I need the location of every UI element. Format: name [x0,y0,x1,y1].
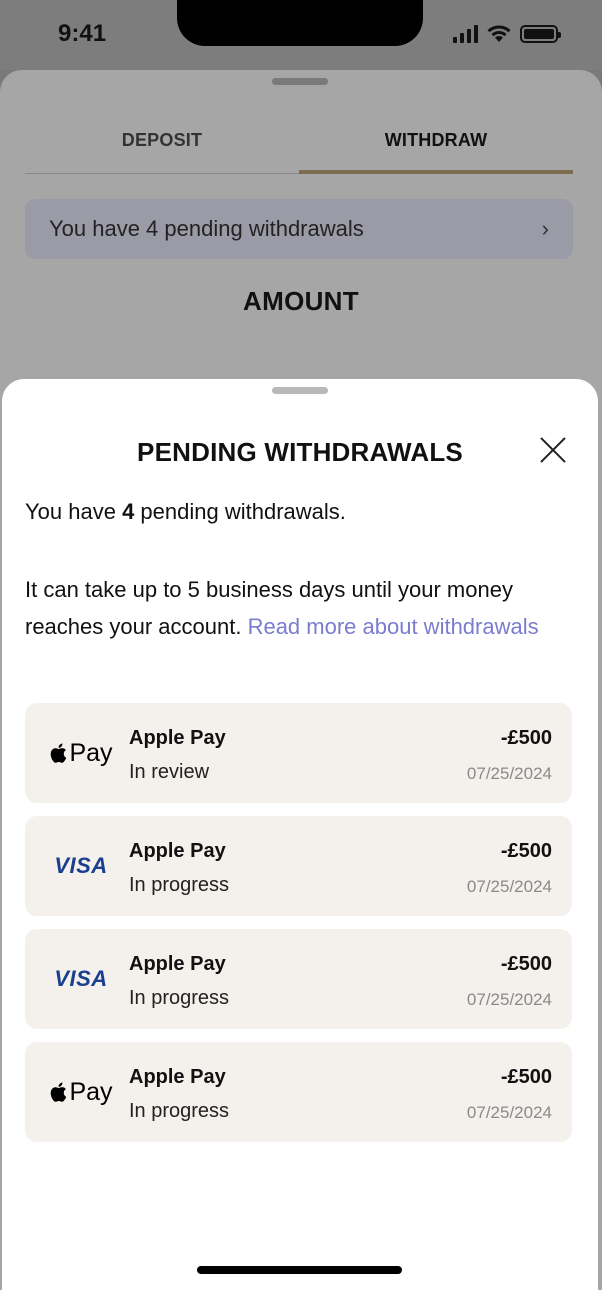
wifi-icon [487,25,511,42]
apple-pay-logo-text: Pay [69,1077,113,1106]
withdrawal-amount: -£500 [500,840,552,862]
signal-icon [453,25,478,43]
battery-icon [520,25,561,43]
status-time: 9:41 [58,20,107,47]
visa-logo: VISA [54,853,108,878]
pending-banner-text: You have 4 pending withdrawals [49,216,364,241]
close-icon[interactable] [538,435,568,465]
withdrawal-row[interactable]: Pay Apple Pay In review -£500 07/25/2024 [25,703,572,803]
withdrawal-row[interactable]: Pay Apple Pay In progress -£500 07/25/20… [25,1042,572,1142]
tab-deposit[interactable]: DEPOSIT [25,126,299,173]
pending-withdrawals-modal: PENDING WITHDRAWALS You have 4 pending w… [2,379,598,1290]
withdrawal-status: In review [129,761,210,783]
apple-pay-logo: Pay [41,737,121,769]
tab-withdraw[interactable]: WITHDRAW [299,126,573,174]
withdrawal-status: In progress [129,987,230,1009]
visa-logo: VISA [54,966,108,991]
withdrawal-amount: -£500 [500,1066,552,1088]
modal-grabber[interactable] [272,387,328,394]
withdrawal-method: Apple Pay [129,953,226,975]
withdrawal-date: 07/25/2024 [466,877,552,896]
processing-info: It can take up to 5 business days until … [25,571,565,645]
withdrawal-row[interactable]: VISA Apple Pay In progress -£500 07/25/2… [25,816,572,916]
withdrawal-date: 07/25/2024 [466,990,552,1009]
sheet-grabber[interactable] [272,78,328,85]
withdrawal-date: 07/25/2024 [466,764,552,783]
apple-icon [51,1082,67,1102]
withdrawal-status: In progress [129,1100,230,1122]
withdrawal-row[interactable]: VISA Apple Pay In progress -£500 07/25/2… [25,929,572,1029]
withdrawal-method: Apple Pay [129,1066,226,1088]
withdrawal-amount: -£500 [500,953,552,975]
withdrawal-amount: -£500 [500,727,552,749]
withdrawal-method: Apple Pay [129,840,226,862]
home-indicator[interactable] [197,1266,402,1274]
withdrawals-list: Pay Apple Pay In review -£500 07/25/2024… [25,703,572,1155]
summary-suffix: pending withdrawals. [134,499,346,524]
amount-title: AMOUNT [243,286,359,316]
pending-withdrawals-banner[interactable]: You have 4 pending withdrawals › [25,199,573,259]
status-bar: 9:41 [0,0,602,70]
withdrawal-method: Apple Pay [129,727,226,749]
read-more-link[interactable]: Read more about withdrawals [248,614,539,639]
deposit-withdraw-tabs: DEPOSIT WITHDRAW [25,126,573,174]
apple-pay-logo: Pay [41,1076,121,1108]
withdrawal-status: In progress [129,874,230,896]
apple-pay-logo-text: Pay [69,738,113,767]
status-icons [453,24,561,44]
pending-summary: You have 4 pending withdrawals. [25,499,346,525]
summary-prefix: You have [25,499,123,524]
modal-title: PENDING WITHDRAWALS [137,437,463,467]
summary-count: 4 [122,499,135,524]
withdrawal-date: 07/25/2024 [466,1103,552,1122]
apple-icon [51,743,67,763]
chevron-right-icon: › [541,216,549,241]
device-notch [177,0,423,46]
